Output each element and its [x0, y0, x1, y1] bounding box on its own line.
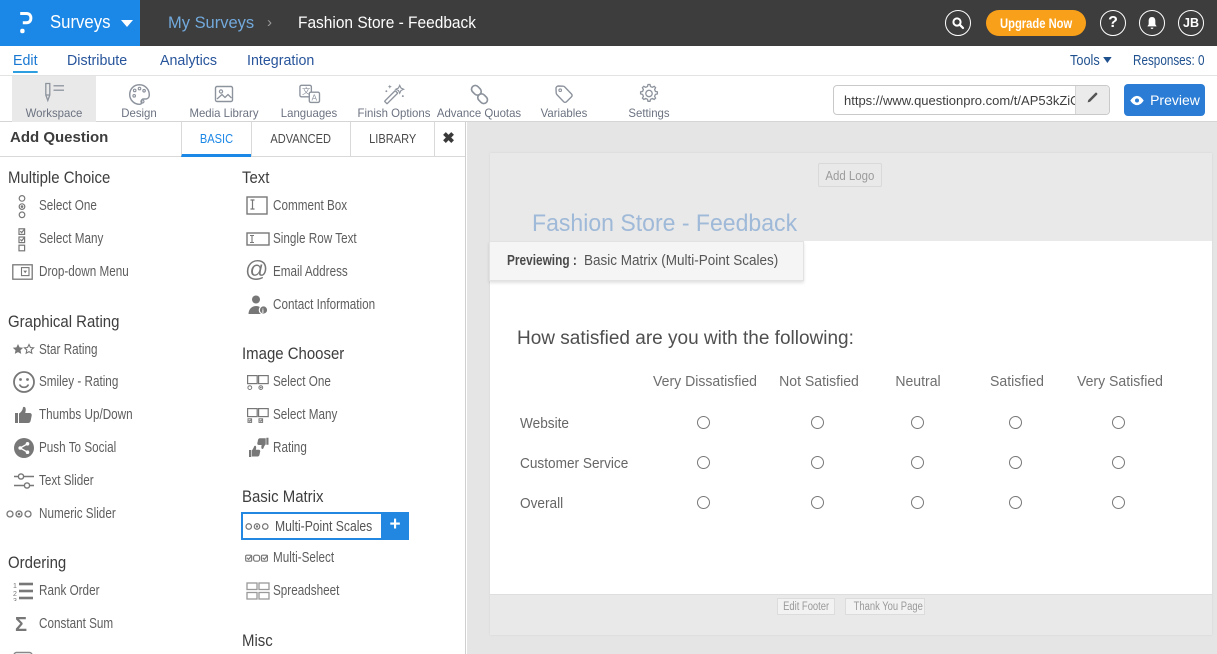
- svg-text:2: 2: [13, 591, 17, 598]
- svg-text:i: i: [262, 308, 264, 315]
- svg-text:3: 3: [13, 598, 17, 601]
- svg-text:A: A: [311, 92, 317, 102]
- svg-text:1: 1: [13, 583, 17, 590]
- svg-text:Σ: Σ: [15, 614, 27, 634]
